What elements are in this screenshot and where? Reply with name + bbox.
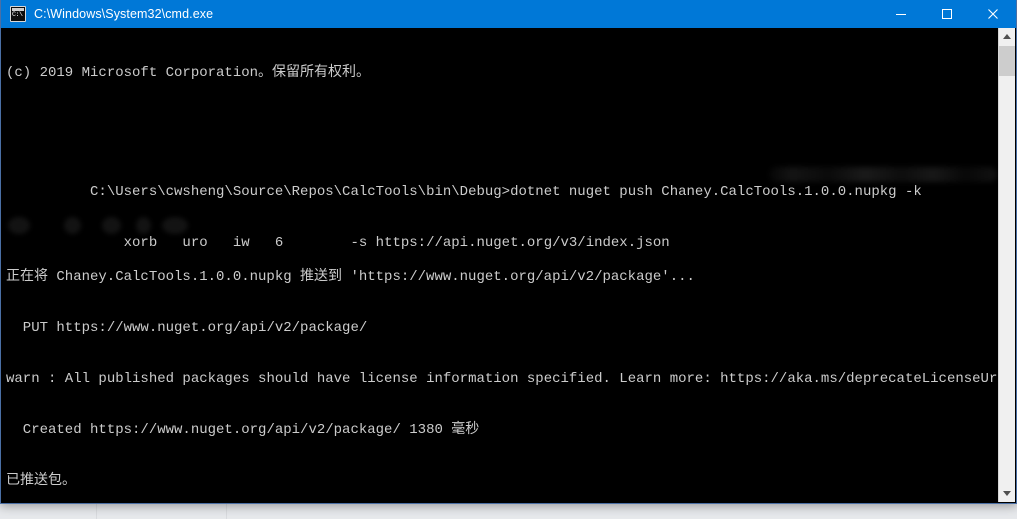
minimize-button[interactable] (878, 0, 924, 28)
redacted-api-key (769, 167, 997, 182)
title-bar[interactable]: C:\ C:\Windows\System32\cmd.exe (1, 0, 1016, 28)
console-line-command-continued-text: xorb uro iw 6 -s https://api.nuget.org/v… (90, 235, 670, 251)
window-title: C:\Windows\System32\cmd.exe (34, 7, 214, 21)
close-icon (988, 9, 998, 19)
console-line: PUT https://www.nuget.org/api/v2/package… (6, 320, 368, 336)
chevron-down-icon (1003, 491, 1011, 496)
vertical-scrollbar[interactable] (998, 28, 1015, 502)
caption-button-group (878, 0, 1016, 28)
console-output-area[interactable]: (c) 2019 Microsoft Corporation。保留所有权利。 C… (1, 28, 1016, 503)
redaction-blob (102, 217, 121, 234)
console-line: 已推送包。 (6, 473, 76, 489)
scrollbar-track-lower[interactable] (999, 76, 1015, 485)
console-line-warning: warn : All published packages should hav… (6, 371, 1015, 387)
console-line: 正在将 Chaney.CalcTools.1.0.0.nupkg 推送到 'ht… (6, 269, 695, 285)
console-line-command: C:\Users\cwsheng\Source\Repos\CalcTools\… (6, 167, 997, 200)
console-line: Created https://www.nuget.org/api/v2/pac… (6, 422, 480, 438)
chevron-up-icon (1003, 34, 1011, 39)
cmd-console-icon: C:\ (10, 6, 26, 22)
console-line: (c) 2019 Microsoft Corporation。保留所有权利。 (6, 65, 371, 81)
cmd-window: C:\ C:\Windows\System32\cmd.exe (c) 2019… (0, 0, 1017, 504)
redaction-blob (64, 217, 81, 234)
scrollbar-thumb[interactable] (999, 46, 1015, 76)
maximize-icon (942, 9, 952, 19)
redaction-blob (136, 217, 151, 234)
minimize-icon (896, 14, 906, 15)
scroll-down-button[interactable] (999, 485, 1015, 502)
console-line-command-continued: xorb uro iw 6 -s https://api.nuget.org/v… (6, 217, 994, 251)
close-button[interactable] (970, 0, 1016, 28)
maximize-button[interactable] (924, 0, 970, 28)
screen: C:\ C:\Windows\System32\cmd.exe (c) 2019… (0, 0, 1017, 519)
cmd-console-icon-label: C:\ (12, 11, 23, 19)
scroll-up-button[interactable] (999, 28, 1015, 45)
console-line-command-text: C:\Users\cwsheng\Source\Repos\CalcTools\… (90, 184, 922, 200)
redaction-blob (162, 217, 188, 234)
console-text: (c) 2019 Microsoft Corporation。保留所有权利。 C… (6, 31, 1015, 503)
redaction-blob (8, 217, 30, 234)
